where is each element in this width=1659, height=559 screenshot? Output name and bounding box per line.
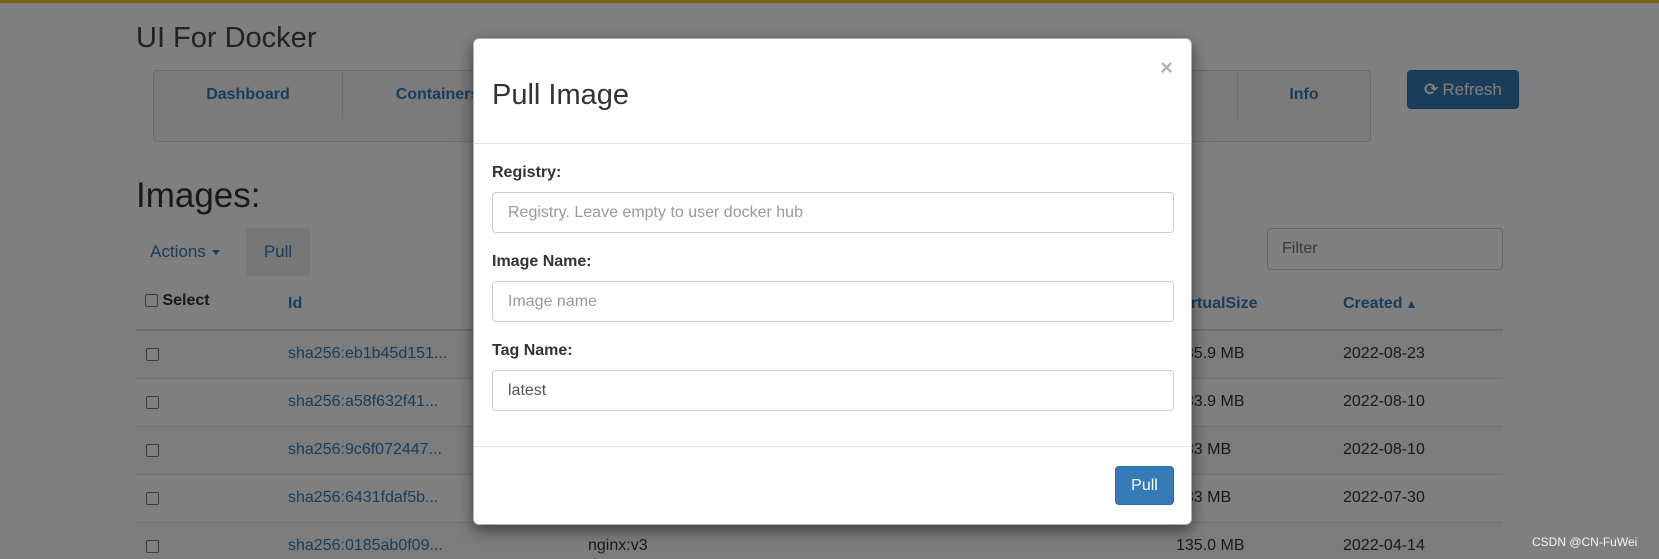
dialog-pull-button[interactable]: Pull — [1115, 466, 1174, 505]
registry-label: Registry: — [492, 164, 562, 181]
image-name-input[interactable] — [492, 281, 1174, 322]
watermark: CSDN @CN-FuWei — [1532, 535, 1638, 549]
close-icon[interactable]: × — [1160, 55, 1173, 81]
dialog-header: Pull Image × — [474, 39, 1191, 144]
registry-input[interactable] — [492, 192, 1174, 233]
dialog-footer-divider — [474, 446, 1191, 447]
dialog-title: Pull Image — [492, 79, 630, 111]
pull-image-dialog: Pull Image × Registry: Image Name: Tag N… — [473, 38, 1192, 525]
tag-name-input[interactable] — [492, 370, 1174, 411]
image-name-label: Image Name: — [492, 253, 592, 270]
tag-name-label: Tag Name: — [492, 342, 573, 359]
